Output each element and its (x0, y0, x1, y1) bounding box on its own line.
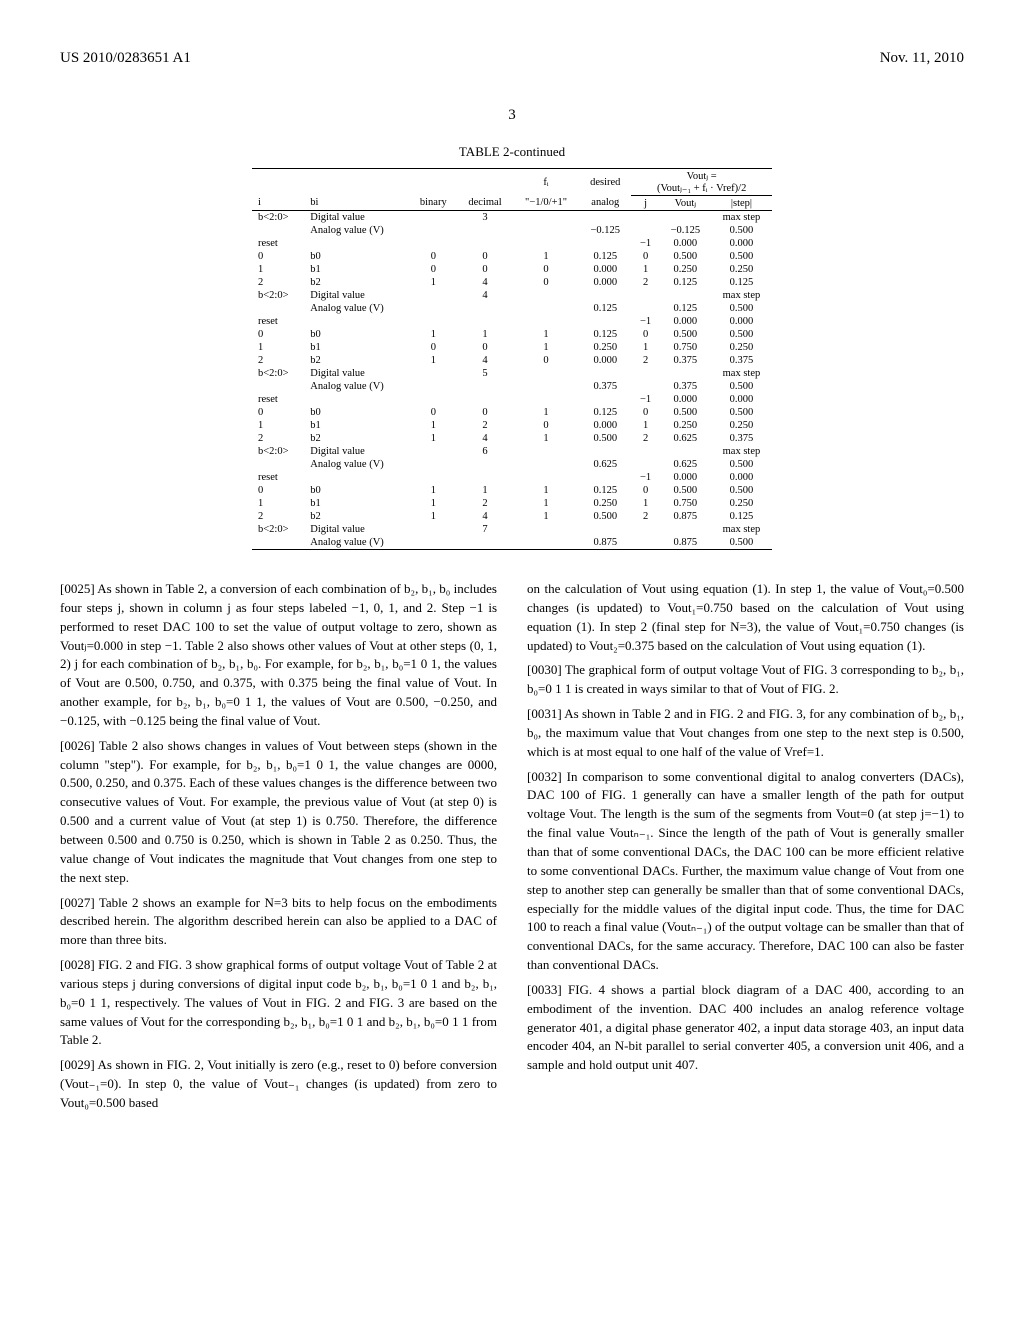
table-row: b<2:0>Digital value7max step (252, 523, 772, 536)
table-row: reset−10.0000.000 (252, 315, 772, 328)
table-row: 0b00010.12500.5000.500 (252, 250, 772, 263)
table-row: b<2:0>Digital value3max step (252, 211, 772, 225)
table-row: 2b21400.00020.3750.375 (252, 354, 772, 367)
table-row: Analog value (V)−0.125−0.1250.500 (252, 224, 772, 237)
para-26: [0026] Table 2 also shows changes in val… (60, 737, 497, 888)
table-row: Analog value (V)0.6250.6250.500 (252, 458, 772, 471)
col-decimal: decimal (457, 196, 513, 211)
table-row: 0b01110.12500.5000.500 (252, 484, 772, 497)
col-bi: bi (304, 196, 409, 211)
para-27: [0027] Table 2 shows an example for N=3 … (60, 894, 497, 951)
table-row: 0b00010.12500.5000.500 (252, 406, 772, 419)
para-29: [0029] As shown in FIG. 2, Vout initiall… (60, 1056, 497, 1113)
table-row: Analog value (V)0.3750.3750.500 (252, 380, 772, 393)
table-row: b<2:0>Digital value4max step (252, 289, 772, 302)
table-row: 2b21410.50020.8750.125 (252, 510, 772, 523)
para-31: [0031] As shown in Table 2 and in FIG. 2… (527, 705, 964, 762)
patent-id: US 2010/0283651 A1 (60, 50, 191, 67)
col-vout-formula: Voutⱼ = (Voutⱼ₋₁ + fᵢ · Vref)/2 (631, 169, 772, 196)
table-row: Analog value (V)0.8750.8750.500 (252, 536, 772, 550)
para-32: [0032] In comparison to some conventiona… (527, 768, 964, 975)
table-row: reset−10.0000.000 (252, 237, 772, 250)
para-28: [0028] FIG. 2 and FIG. 3 show graphical … (60, 956, 497, 1050)
para-29-cont: on the calculation of Vout using equatio… (527, 580, 964, 655)
para-30: [0030] The graphical form of output volt… (527, 661, 964, 699)
para-33: [0033] FIG. 4 shows a partial block diag… (527, 981, 964, 1075)
table-row: reset−10.0000.000 (252, 471, 772, 484)
left-column: [0025] As shown in Table 2, a conversion… (60, 580, 497, 1119)
col-j: j (631, 196, 660, 211)
table-row: 0b01110.12500.5000.500 (252, 328, 772, 341)
table-row: Analog value (V)0.1250.1250.500 (252, 302, 772, 315)
table-row: b<2:0>Digital value5max step (252, 367, 772, 380)
table-row: reset−10.0000.000 (252, 393, 772, 406)
right-column: on the calculation of Vout using equatio… (527, 580, 964, 1119)
col-voutj: Voutⱼ (660, 196, 711, 211)
col-step: |step| (711, 196, 772, 211)
table-row: 1b10010.25010.7500.250 (252, 341, 772, 354)
col-fi-sub: "−1/0/+1" (513, 196, 579, 211)
table-row: 1b11200.00010.2500.250 (252, 419, 772, 432)
col-i: i (252, 196, 304, 211)
patent-date: Nov. 11, 2010 (880, 50, 964, 67)
table-row: b<2:0>Digital value6max step (252, 445, 772, 458)
para-25: [0025] As shown in Table 2, a conversion… (60, 580, 497, 731)
table-row: 2b21400.00020.1250.125 (252, 276, 772, 289)
table-title: TABLE 2-continued (60, 144, 964, 160)
col-analog: analog (579, 196, 631, 211)
data-table: fᵢ desired Voutⱼ = (Voutⱼ₋₁ + fᵢ · Vref)… (252, 168, 772, 550)
page-number: 3 (60, 107, 964, 124)
table-row: 2b21410.50020.6250.375 (252, 432, 772, 445)
table-row: 1b10000.00010.2500.250 (252, 263, 772, 276)
col-binary: binary (409, 196, 457, 211)
table-row: 1b11210.25010.7500.250 (252, 497, 772, 510)
col-desired: desired (579, 169, 631, 196)
col-fi: fᵢ (513, 169, 579, 196)
